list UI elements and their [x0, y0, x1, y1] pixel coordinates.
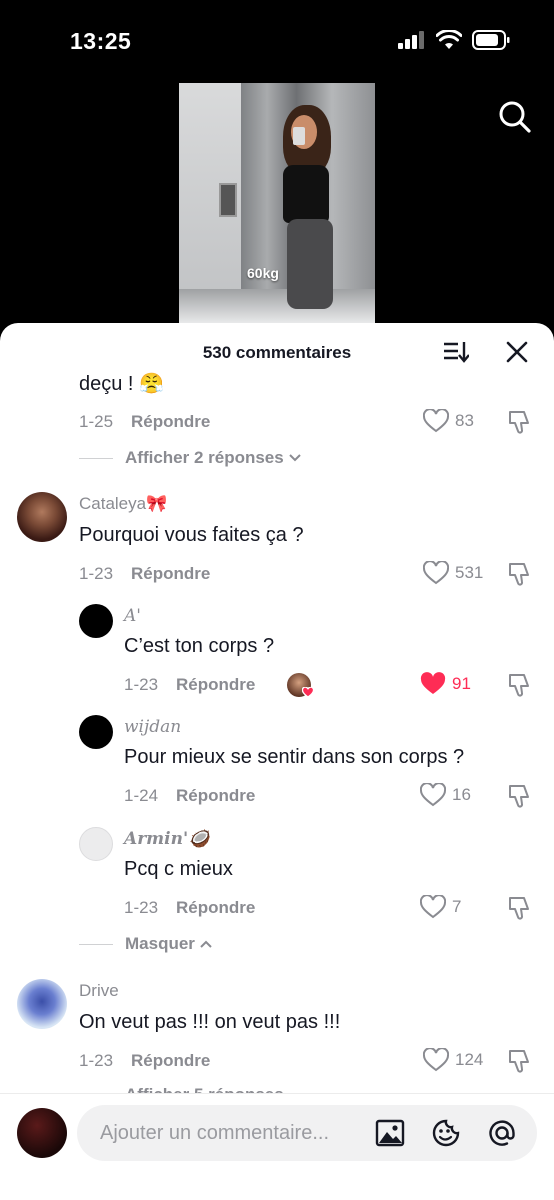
comment-username[interactable]: Armin'🥥	[124, 829, 209, 849]
avatar[interactable]	[17, 492, 67, 542]
reply-button[interactable]: Répondre	[131, 412, 210, 432]
avatar[interactable]	[79, 827, 113, 861]
comment-meta: 1-23 Répondre	[79, 564, 210, 584]
comment-text: Pour mieux se sentir dans son corps ?	[124, 746, 465, 768]
avatar[interactable]	[79, 604, 113, 638]
status-icons	[398, 30, 510, 50]
comment-input-placeholder: Ajouter un commentaire...	[100, 1122, 329, 1144]
mention-icon[interactable]	[487, 1118, 517, 1148]
comment-composer: Ajouter un commentaire...	[0, 1093, 554, 1200]
comment-text: Pourquoi vous faites ça ?	[79, 524, 304, 546]
comments-list[interactable]: deçu ! 😤 1-25 Répondre 83 Afficher 2 rép…	[0, 367, 554, 1095]
like-button[interactable]: 531	[423, 561, 483, 585]
comments-count-title: 530 commentaires	[202, 343, 352, 362]
heart-icon	[423, 1048, 449, 1072]
comment-username[interactable]: Drive	[79, 981, 119, 1001]
like-button[interactable]: 16	[420, 783, 471, 807]
comment-username[interactable]: wijdan	[124, 717, 181, 737]
like-count: 83	[455, 411, 474, 430]
like-button[interactable]: 83	[423, 409, 474, 433]
wifi-icon	[436, 30, 462, 49]
like-count: 124	[455, 1050, 484, 1069]
reply-button[interactable]: Répondre	[176, 898, 255, 918]
dislike-icon[interactable]	[507, 783, 533, 809]
search-icon[interactable]	[498, 100, 532, 134]
hide-replies-button[interactable]: Masquer	[79, 934, 213, 954]
image-icon[interactable]	[375, 1118, 405, 1148]
cellular-signal-icon	[398, 31, 424, 49]
heart-icon	[420, 895, 446, 919]
heart-filled-icon	[420, 672, 446, 694]
avatar[interactable]	[17, 1108, 67, 1158]
like-count: 7	[452, 897, 462, 916]
comment-meta: 1-25 Répondre	[79, 412, 210, 432]
like-count: 16	[452, 785, 471, 804]
sort-icon[interactable]	[443, 340, 469, 364]
comment-meta: 1-23 Répondre	[124, 675, 255, 695]
dislike-icon[interactable]	[507, 895, 533, 921]
comment-text: C’est ton corps ?	[124, 635, 275, 657]
comment-meta: 1-23 Répondre	[124, 898, 255, 918]
comment-text: deçu ! 😤	[79, 373, 164, 395]
comment-date: 1-25	[79, 412, 114, 431]
heart-icon	[423, 409, 449, 433]
avatar[interactable]	[79, 715, 113, 749]
video-caption: 60kg	[247, 265, 279, 281]
comment-date: 1-23	[79, 564, 114, 583]
heart-icon	[423, 561, 449, 585]
comment-username[interactable]: A'	[124, 606, 141, 626]
heart-icon	[420, 783, 446, 807]
avatar[interactable]	[17, 979, 67, 1029]
like-count: 531	[455, 563, 484, 582]
status-time: 13:25	[70, 28, 132, 54]
reply-button[interactable]: Répondre	[176, 786, 255, 806]
dislike-icon[interactable]	[507, 409, 533, 435]
dislike-icon[interactable]	[507, 1048, 533, 1074]
heart-icon	[302, 687, 314, 698]
comment-input[interactable]: Ajouter un commentaire...	[77, 1105, 537, 1161]
like-button[interactable]: 7	[420, 895, 461, 919]
chevron-down-icon	[289, 454, 301, 462]
close-icon[interactable]	[506, 341, 528, 363]
dislike-icon[interactable]	[507, 561, 533, 587]
chevron-up-icon	[200, 940, 212, 948]
comments-sheet: 530 commentaires deçu ! 😤 1-25 Répondre …	[0, 323, 554, 1200]
reply-button[interactable]: Répondre	[176, 675, 255, 695]
emoji-sticker-icon[interactable]	[431, 1118, 461, 1148]
comment-date: 1-23	[79, 1051, 114, 1070]
battery-icon	[472, 30, 510, 50]
reply-button[interactable]: Répondre	[131, 564, 210, 584]
comment-text: Pcq c mieux	[124, 858, 233, 880]
like-button[interactable]: 124	[423, 1048, 483, 1072]
like-button[interactable]: 91	[420, 672, 471, 696]
comment-date: 1-24	[124, 786, 159, 805]
comment-date: 1-23	[124, 675, 159, 694]
comment-date: 1-23	[124, 898, 159, 917]
comment-username[interactable]: Cataleya🎀	[79, 494, 167, 514]
dislike-icon[interactable]	[507, 672, 533, 698]
view-replies-button[interactable]: Afficher 2 réponses	[79, 448, 302, 468]
like-count: 91	[452, 674, 471, 693]
reply-button[interactable]: Répondre	[131, 1051, 210, 1071]
comment-meta: 1-24 Répondre	[124, 786, 255, 806]
comment-text: On veut pas !!! on veut pas !!!	[79, 1011, 341, 1033]
video-thumbnail[interactable]: 60kg	[179, 83, 375, 323]
status-bar: 13:25	[0, 0, 554, 80]
comment-meta: 1-23 Répondre	[79, 1051, 210, 1071]
